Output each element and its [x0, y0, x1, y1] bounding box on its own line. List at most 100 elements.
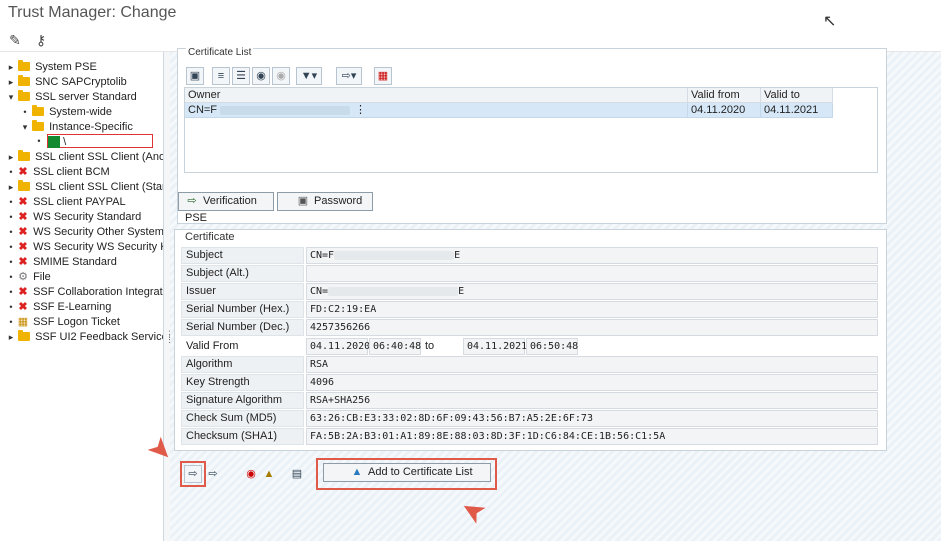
field-valid-from: Valid From 04.11.2020 06:40:48 to 04.11.… — [181, 338, 878, 355]
gear-icon: ⚙ — [18, 271, 28, 283]
pse-tree: ▸ System PSE ▸ SNC SAPCryptolib ▾ SSL se… — [0, 52, 164, 541]
import-icon: ⇨ — [187, 195, 197, 207]
export-certificate-icon[interactable]: ⇨ — [204, 465, 222, 483]
issuer-value: CN= E — [306, 283, 878, 300]
valid-from-date: 04.11.2020 — [306, 338, 370, 355]
logon-ticket-icon: ▦ — [17, 316, 29, 328]
valid-from-cell: 04.11.2020 — [688, 103, 761, 118]
table-row[interactable]: CN=F ⋮ 04.11.2020 04.11.2021 — [185, 103, 833, 118]
error-x-icon: ✖ — [18, 196, 28, 208]
folder-icon — [32, 105, 44, 116]
chevron-right-icon[interactable]: ▸ — [6, 75, 16, 90]
field-signature-algorithm: Signature Algorithm RSA+SHA256 — [181, 392, 878, 409]
highlight-frame — [180, 461, 206, 487]
certificate-list-title: Certificate List — [186, 47, 254, 58]
column-header-valid-from[interactable]: Valid from — [688, 88, 761, 103]
tree-item[interactable]: • ⚙ File — [6, 270, 50, 285]
bullet-icon: • — [23, 107, 27, 117]
sort-descending-icon[interactable]: ☰ — [232, 67, 250, 85]
folder-icon — [32, 120, 44, 131]
tree-item[interactable]: • ✖ SSL client PAYPAL — [6, 195, 125, 210]
tree-item[interactable]: • ✖ SMIME Standard — [6, 255, 116, 270]
chevron-right-icon[interactable]: ▸ — [6, 180, 16, 195]
tree-item[interactable]: ▸ SSL client SSL Client (Anonym — [6, 150, 163, 165]
verification-pse-button[interactable]: ⇨ Verification PSE — [178, 192, 274, 224]
tree-item[interactable]: ▸ SNC SAPCryptolib — [6, 75, 127, 90]
find-next-icon[interactable]: ◉ — [272, 67, 290, 85]
remove-certificate-icon[interactable]: ◉ — [242, 465, 260, 483]
selected-node[interactable]: \ — [47, 134, 154, 149]
tree-item[interactable]: • ✖ SSL client BCM — [6, 165, 109, 180]
algorithm-value: RSA — [306, 356, 878, 373]
display-change-icon[interactable]: ✎ — [6, 31, 24, 49]
bullet-icon: • — [9, 257, 13, 267]
delete-icon[interactable]: ▦ — [374, 67, 392, 85]
chevron-down-icon[interactable]: ▾ — [20, 120, 30, 135]
signature-algorithm-value: RSA+SHA256 — [306, 392, 878, 409]
bullet-icon: • — [9, 242, 13, 252]
tree-item[interactable]: ▾ Instance-Specific — [20, 120, 133, 135]
tree-item[interactable]: ▸ System PSE — [6, 60, 97, 75]
export-icon[interactable]: ⇨▾ — [336, 67, 362, 85]
valid-to-cell: 04.11.2021 — [761, 103, 833, 118]
folder-icon — [18, 75, 30, 86]
serial-dec-value: 4257356266 — [306, 319, 878, 336]
tree-item[interactable]: ▸ SSL client SSL Client (Standa — [6, 180, 163, 195]
error-x-icon: ✖ — [18, 301, 28, 313]
folder-icon — [18, 180, 30, 191]
filter-icon[interactable]: ▼▾ — [296, 67, 322, 85]
tree-item[interactable]: • ✖ SSF E-Learning — [6, 300, 111, 315]
tree-item[interactable]: • System-wide — [20, 105, 112, 120]
tree-item[interactable]: • ✖ SSF Collaboration Integration — [6, 285, 163, 300]
tree-item[interactable]: • ✖ WS Security WS Security Ke — [6, 240, 163, 255]
view-details-icon[interactable]: ▤ — [288, 465, 306, 483]
bullet-icon: • — [9, 227, 13, 237]
md5-value: 63:26:CB:E3:33:02:8D:6F:09:43:56:B7:A5:2… — [306, 410, 878, 427]
valid-to-time: 06:50:48 — [526, 338, 578, 355]
bullet-icon: • — [9, 272, 13, 282]
field-md5: Check Sum (MD5) 63:26:CB:E3:33:02:8D:6F:… — [181, 410, 878, 427]
folder-icon — [18, 150, 30, 161]
add-icon: ▲ — [351, 466, 363, 478]
valid-to-date: 04.11.2021 — [463, 338, 527, 355]
field-sha1: Checksum (SHA1) FA:5B:2A:B3:01:A1:89:8E:… — [181, 428, 878, 445]
tree-item[interactable]: • ✖ WS Security Standard — [6, 210, 141, 225]
chevron-right-icon[interactable]: ▸ — [6, 60, 16, 75]
column-header-owner[interactable]: Owner — [185, 88, 688, 103]
bullet-icon: • — [9, 287, 13, 297]
sha1-value: FA:5B:2A:B3:01:A1:89:8E:88:03:8D:3F:1D:C… — [306, 428, 878, 445]
tree-item[interactable]: ▾ SSL server Standard — [6, 90, 137, 105]
field-serial-hex: Serial Number (Hex.) FD:C2:19:EA — [181, 301, 878, 318]
field-key-strength: Key Strength 4096 — [181, 374, 878, 391]
certificate-green-icon — [48, 136, 61, 149]
chevron-right-icon[interactable]: ▸ — [6, 330, 16, 345]
field-issuer: Issuer CN= E — [181, 283, 878, 300]
chevron-right-icon[interactable]: ▸ — [6, 150, 16, 165]
valid-from-time: 06:40:48 — [369, 338, 421, 355]
key-icon[interactable]: ⚷ — [32, 31, 50, 49]
redacted-text — [220, 105, 351, 115]
field-subject: Subject CN=F E — [181, 247, 878, 264]
find-icon[interactable]: ◉ — [252, 67, 270, 85]
details-icon[interactable]: ▣ — [186, 67, 204, 85]
password-button[interactable]: ▣ Password — [277, 192, 373, 211]
tree-item[interactable]: • ▦ SSF Logon Ticket — [6, 315, 119, 330]
window-title: Trust Manager: Change — [8, 4, 177, 21]
tree-item[interactable]: ▸ SSF UI2 Feedback Service — [6, 330, 163, 345]
tree-item[interactable]: • ✖ WS Security Other System E — [6, 225, 163, 240]
chevron-down-icon[interactable]: ▾ — [6, 90, 16, 105]
list-toolbar: ▣ ≡ ☰ ◉ ◉ ▼▾ ⇨▾ ▦ — [186, 67, 406, 87]
field-algorithm: Algorithm RSA — [181, 356, 878, 373]
sort-ascending-icon[interactable]: ≡ — [212, 67, 230, 85]
add-to-certificate-list-button[interactable]: ▲ Add to Certificate List — [323, 463, 491, 482]
column-header-valid-to[interactable]: Valid to — [761, 88, 833, 103]
tree-item-selected[interactable]: • \ — [34, 134, 154, 149]
error-x-icon: ✖ — [18, 286, 28, 298]
serial-hex-value: FD:C2:19:EA — [306, 301, 878, 318]
folder-icon — [18, 60, 30, 71]
pse-maintenance-icon[interactable]: ▲ — [260, 465, 278, 483]
lock-icon: ▣ — [297, 195, 309, 207]
bullet-icon: • — [9, 167, 13, 177]
bullet-icon: • — [37, 136, 41, 146]
more-icon: ⋮ — [355, 104, 366, 116]
